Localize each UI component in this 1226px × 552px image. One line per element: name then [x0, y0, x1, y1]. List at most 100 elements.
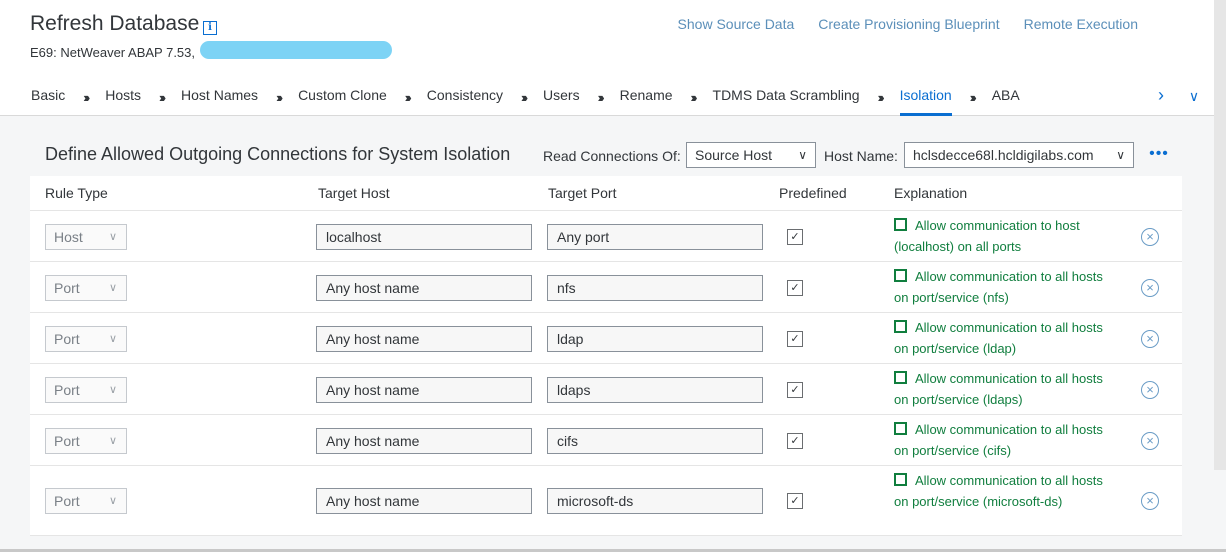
connections-table: Rule Type Target Host Target Port Predef…	[30, 176, 1182, 536]
target-port-input[interactable]: cifs	[547, 428, 763, 454]
delete-circle-icon[interactable]: ×	[1141, 492, 1159, 510]
target-port-input[interactable]: microsoft-ds	[547, 488, 763, 514]
explanation-label: Allow communication to host (localhost) …	[894, 218, 1080, 254]
explanation-label: Allow communication to all hosts on port…	[894, 269, 1103, 305]
rule-type-select[interactable]: Host ∨	[45, 224, 127, 250]
rule-type-value: Port	[54, 382, 80, 398]
chevron-down-icon: ∨	[798, 148, 807, 162]
target-port-input[interactable]: ldap	[547, 326, 763, 352]
explanation-text: Allow communication to all hosts on port…	[894, 470, 1106, 512]
chevron-down-icon: ∨	[108, 384, 117, 396]
column-header-explanation: Explanation	[894, 185, 968, 201]
double-chevron-right-icon: ›››	[404, 89, 412, 105]
target-port-input[interactable]: Any port	[547, 224, 763, 250]
double-chevron-right-icon: ›››	[877, 89, 885, 105]
rule-type-select[interactable]: Port ∨	[45, 428, 127, 454]
status-square-icon	[894, 473, 907, 486]
more-icon[interactable]: •••	[1148, 145, 1170, 165]
tab-custom-clone[interactable]: Custom Clone	[298, 78, 387, 116]
explanation-text: Allow communication to all hosts on port…	[894, 419, 1106, 461]
target-port-input[interactable]: nfs	[547, 275, 763, 301]
explanation-text: Allow communication to all hosts on port…	[894, 368, 1106, 410]
tab-aba[interactable]: ABA	[992, 78, 1020, 116]
info-icon[interactable]: i	[203, 21, 217, 35]
tab-host-names[interactable]: Host Names	[181, 78, 258, 116]
scrollbar[interactable]	[1214, 0, 1226, 470]
target-port-input[interactable]: ldaps	[547, 377, 763, 403]
predefined-checkbox[interactable]: ✓	[787, 382, 803, 398]
host-name-label: Host Name:	[824, 148, 898, 164]
delete-circle-icon[interactable]: ×	[1141, 279, 1159, 297]
predefined-checkbox[interactable]: ✓	[787, 493, 803, 509]
target-host-input[interactable]: Any host name	[316, 326, 532, 352]
rule-type-value: Port	[54, 331, 80, 347]
chevron-right-icon[interactable]: ›	[1152, 82, 1170, 110]
status-square-icon	[894, 371, 907, 384]
column-header-rule-type: Rule Type	[45, 185, 108, 201]
target-host-input[interactable]: Any host name	[316, 377, 532, 403]
checkmark-icon: ✓	[790, 333, 800, 345]
rule-type-select[interactable]: Port ∨	[45, 488, 127, 514]
status-square-icon	[894, 422, 907, 435]
tab-users[interactable]: Users	[543, 78, 580, 116]
tab-hosts[interactable]: Hosts	[105, 78, 141, 116]
page-header: Refresh Database i E69: NetWeaver ABAP 7…	[0, 0, 1214, 116]
rule-type-value: Port	[54, 493, 80, 509]
chevron-down-icon[interactable]: ∨	[1183, 82, 1205, 110]
predefined-checkbox[interactable]: ✓	[787, 280, 803, 296]
rule-type-select[interactable]: Port ∨	[45, 275, 127, 301]
target-host-input[interactable]: Any host name	[316, 488, 532, 514]
read-connections-value: Source Host	[695, 147, 773, 163]
host-name-select[interactable]: hclsdecce68l.hcldigilabs.com ∨	[904, 142, 1134, 168]
create-provisioning-blueprint-link[interactable]: Create Provisioning Blueprint	[818, 16, 999, 32]
target-host-input[interactable]: localhost	[316, 224, 532, 250]
remote-execution-link[interactable]: Remote Execution	[1024, 16, 1138, 32]
tab-tdms-data-scrambling[interactable]: TDMS Data Scrambling	[713, 78, 860, 116]
delete-circle-icon[interactable]: ×	[1141, 381, 1159, 399]
table-header: Rule Type Target Host Target Port Predef…	[30, 176, 1182, 211]
predefined-checkbox[interactable]: ✓	[787, 229, 803, 245]
delete-circle-icon[interactable]: ×	[1141, 228, 1159, 246]
double-chevron-right-icon: ›››	[597, 89, 605, 105]
delete-circle-icon[interactable]: ×	[1141, 432, 1159, 450]
predefined-checkbox[interactable]: ✓	[787, 331, 803, 347]
section-title: Define Allowed Outgoing Connections for …	[45, 144, 511, 164]
explanation-label: Allow communication to all hosts on port…	[894, 371, 1103, 407]
tab-isolation[interactable]: Isolation	[899, 78, 952, 116]
target-host-input[interactable]: Any host name	[316, 428, 532, 454]
table-row: Port ∨ Any host name nfs ✓ Allow communicatio…	[30, 262, 1182, 313]
tab-rename[interactable]: Rename	[620, 78, 673, 116]
rule-type-select[interactable]: Port ∨	[45, 326, 127, 352]
tab-bar: Basic ››› Hosts ››› Host Names ››› Custom Clon…	[0, 78, 1150, 116]
double-chevron-right-icon: ›››	[690, 89, 698, 105]
table-row: Host ∨ localhost Any port ✓ Allow communicati…	[30, 211, 1182, 262]
predefined-checkbox[interactable]: ✓	[787, 433, 803, 449]
show-source-data-link[interactable]: Show Source Data	[678, 16, 795, 32]
explanation-text: Allow communication to all hosts on port…	[894, 266, 1106, 308]
rule-type-value: Port	[54, 433, 80, 449]
rule-type-select[interactable]: Port ∨	[45, 377, 127, 403]
target-host-input[interactable]: Any host name	[316, 275, 532, 301]
read-connections-label: Read Connections Of:	[543, 148, 681, 164]
checkmark-icon: ✓	[790, 495, 800, 507]
chevron-down-icon: ∨	[108, 231, 117, 243]
checkmark-icon: ✓	[790, 384, 800, 396]
table-row: Port ∨ Any host name ldap ✓ Allow communicati…	[30, 313, 1182, 364]
host-name-value: hclsdecce68l.hcldigilabs.com	[913, 147, 1094, 163]
read-connections-select[interactable]: Source Host ∨	[686, 142, 816, 168]
column-header-predefined: Predefined	[779, 185, 847, 201]
tab-basic[interactable]: Basic	[31, 78, 65, 116]
table-body: Host ∨ localhost Any port ✓ Allow communicati…	[30, 211, 1182, 536]
delete-circle-icon[interactable]: ×	[1141, 330, 1159, 348]
double-chevron-right-icon: ›››	[521, 89, 528, 105]
explanation-label: Allow communication to all hosts on port…	[894, 320, 1103, 356]
status-square-icon	[894, 269, 907, 282]
column-header-target-host: Target Host	[318, 185, 390, 201]
explanation-text: Allow communication to all hosts on port…	[894, 317, 1106, 359]
chevron-down-icon: ∨	[108, 495, 117, 507]
chevron-down-icon: ∨	[108, 435, 117, 447]
tab-consistency[interactable]: Consistency	[427, 78, 503, 116]
double-chevron-right-icon: ›››	[159, 89, 166, 105]
explanation-label: Allow communication to all hosts on port…	[894, 473, 1103, 509]
chevron-down-icon: ∨	[108, 282, 117, 294]
